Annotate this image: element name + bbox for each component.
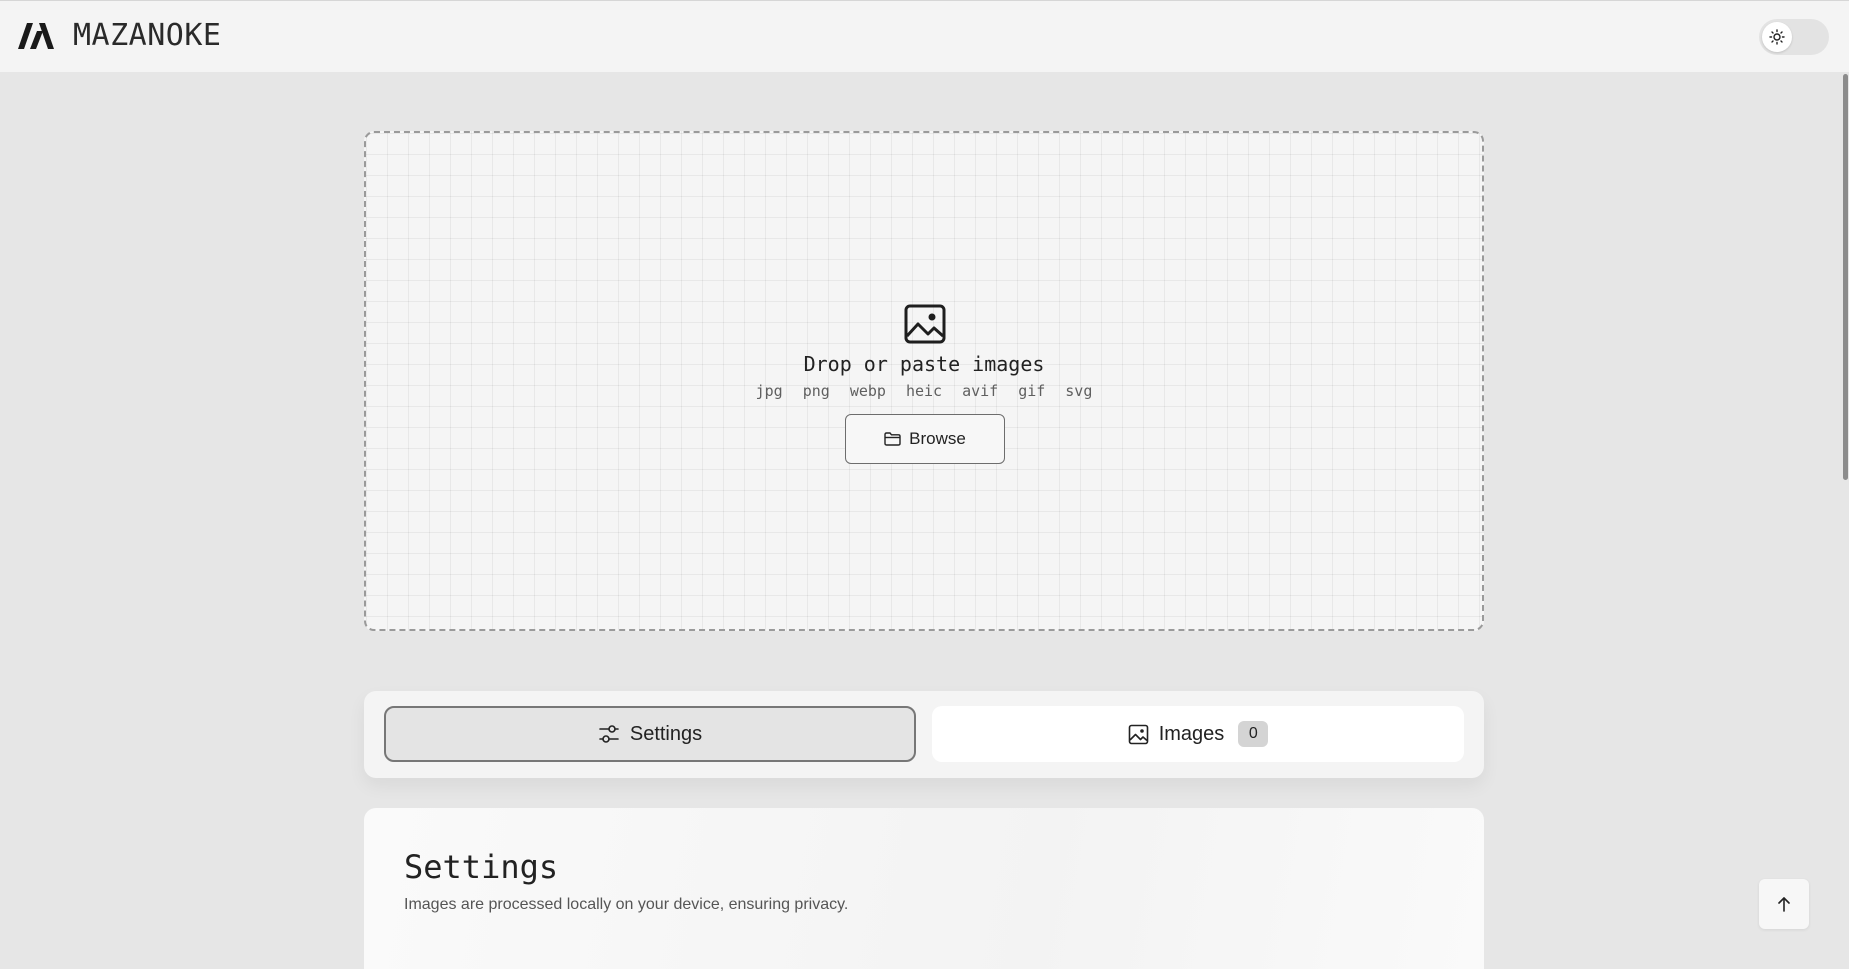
folder-icon [884, 432, 901, 446]
dropzone-title: Drop or paste images [803, 352, 1045, 376]
browse-button[interactable]: Browse [845, 414, 1005, 464]
supported-formats: jpg png webp heic avif gif svg [366, 382, 1482, 400]
settings-description: Images are processed locally on your dev… [404, 896, 849, 913]
mazanoke-logo-icon[interactable] [18, 22, 60, 50]
browse-label: Browse [909, 429, 966, 448]
sliders-icon [599, 725, 619, 743]
theme-toggle-knob [1762, 22, 1792, 52]
format-label: webp [849, 382, 886, 400]
format-label: svg [1065, 382, 1093, 400]
format-label: avif [962, 382, 999, 400]
format-label: gif [1018, 382, 1046, 400]
tab-settings-label: Settings [629, 722, 703, 745]
brand-title[interactable]: MAZANOKE [73, 18, 222, 53]
settings-title: Settings [404, 848, 559, 886]
tab-images[interactable]: Images 0 [932, 706, 1464, 762]
header: MAZANOKE [0, 0, 1849, 72]
view-tabs: Settings Images 0 [364, 691, 1484, 778]
format-label: heic [905, 382, 943, 400]
tab-images-label: Images [1158, 722, 1225, 745]
scroll-to-top-button[interactable] [1759, 879, 1809, 929]
image-icon [904, 304, 946, 344]
theme-toggle[interactable] [1759, 19, 1829, 55]
tab-settings[interactable]: Settings [384, 706, 916, 762]
sun-icon [1769, 29, 1785, 45]
arrow-up-icon [1778, 897, 1790, 912]
settings-panel: Settings Images are processed locally on… [364, 808, 1484, 969]
image-icon [1128, 724, 1149, 744]
page-scrollbar[interactable] [1843, 74, 1848, 480]
image-dropzone[interactable]: Drop or paste images jpg png webp heic a… [364, 131, 1484, 631]
format-label: png [802, 382, 830, 400]
images-count-badge: 0 [1238, 721, 1269, 747]
format-label: jpg [755, 382, 783, 400]
dropzone-content: Drop or paste images jpg png webp heic a… [366, 133, 1482, 629]
